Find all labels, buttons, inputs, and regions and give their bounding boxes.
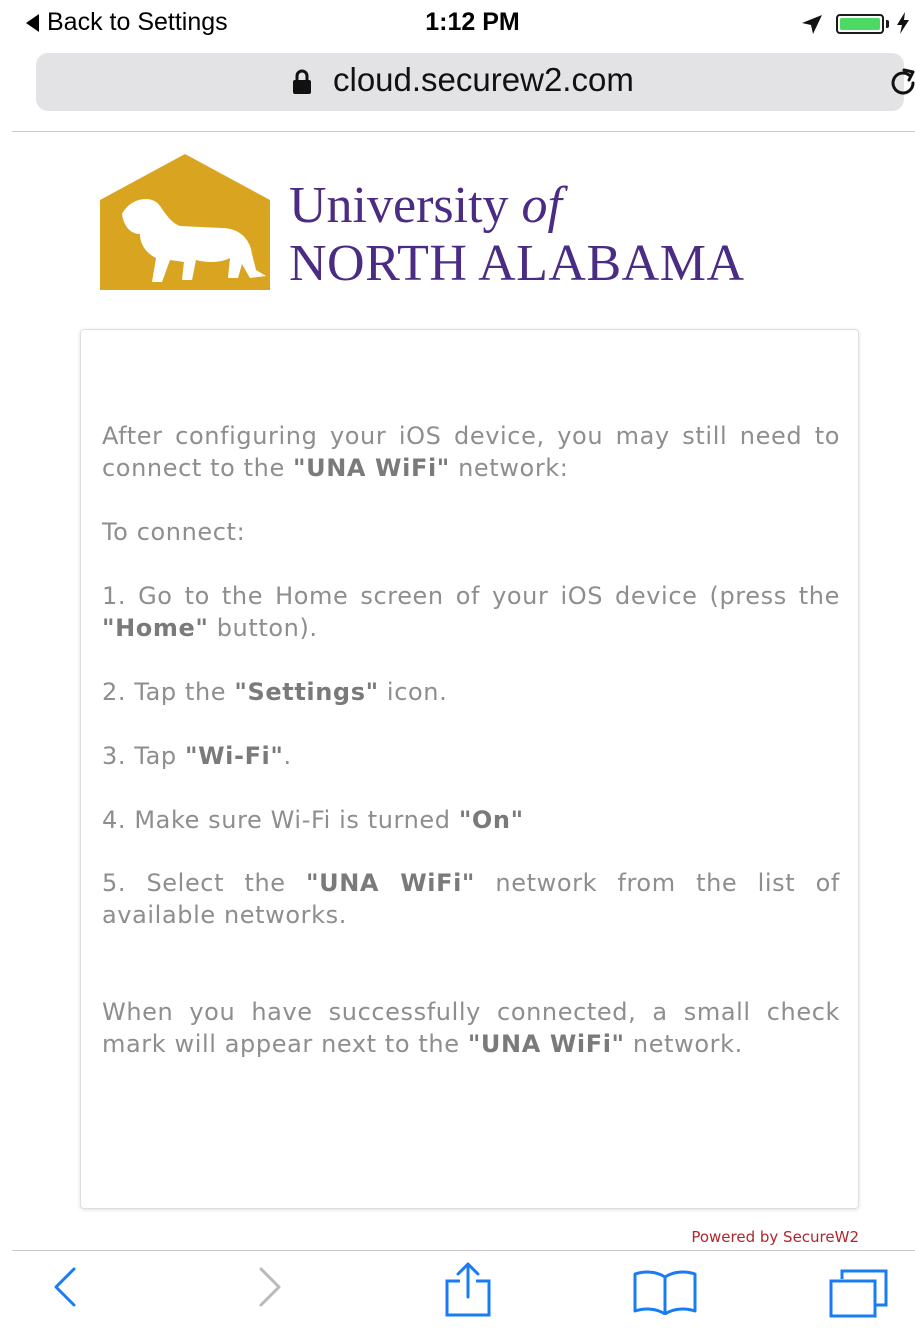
university-logo: University of NORTH ALABAMA — [96, 148, 843, 298]
charging-bolt-icon — [897, 12, 909, 34]
share-icon[interactable] — [443, 1261, 493, 1317]
step-3-bold: "Wi-Fi" — [185, 742, 284, 770]
top-divider — [12, 131, 915, 132]
logo-university-of: University of — [289, 180, 562, 232]
step-4: 4. Make sure Wi-Fi is turned "On" — [102, 804, 840, 836]
reload-icon[interactable] — [886, 66, 915, 100]
intro-text-end: network: — [449, 454, 569, 482]
step-1-bold: "Home" — [102, 614, 209, 642]
status-bar: Back to Settings 1:12 PM — [0, 0, 915, 48]
intro-network-name: "UNA WiFi" — [293, 454, 450, 482]
logo-university-word: University — [289, 177, 522, 234]
status-time: 1:12 PM — [425, 8, 520, 36]
outro-text-end: network. — [624, 1030, 743, 1058]
logo-north-alabama: NORTH ALABAMA — [289, 235, 745, 292]
step-2-text: 2. Tap the — [102, 678, 235, 706]
instructions-card: After configuring your iOS device, you m… — [80, 329, 859, 1209]
logo-of-word: of — [521, 177, 562, 234]
outro-network-name: "UNA WiFi" — [467, 1030, 625, 1058]
step-1-text: 1. Go to the Home screen of your iOS dev… — [102, 582, 840, 610]
step-1: 1. Go to the Home screen of your iOS dev… — [102, 580, 840, 644]
intro-paragraph: After configuring your iOS device, you m… — [102, 420, 840, 484]
tabs-icon[interactable] — [828, 1267, 890, 1319]
step-1-text-end: button). — [208, 614, 318, 642]
lion-shield-icon — [100, 154, 270, 290]
step-4-text: 4. Make sure Wi-Fi is turned — [102, 806, 459, 834]
battery-level — [840, 18, 880, 30]
step-2-text-end: icon. — [378, 678, 448, 706]
step-2: 2. Tap the "Settings" icon. — [102, 676, 840, 708]
step-4-bold: "On" — [458, 806, 524, 834]
back-icon[interactable] — [50, 1265, 80, 1309]
step-5: 5. Select the "UNA WiFi" network from th… — [102, 867, 840, 931]
to-connect-label: To connect: — [102, 518, 246, 546]
location-arrow-icon — [802, 15, 822, 34]
address-bar[interactable]: cloud.securew2.com — [36, 53, 915, 111]
battery-tip — [886, 20, 889, 28]
step-2-bold: "Settings" — [234, 678, 379, 706]
battery-icon — [836, 14, 884, 34]
lock-icon — [293, 69, 311, 94]
url-text: cloud.securew2.com — [333, 61, 634, 98]
step-5-text: 5. Select the — [102, 869, 307, 897]
step-5-bold: "UNA WiFi" — [306, 869, 476, 897]
browser-toolbar — [0, 1251, 915, 1329]
step-3-text-end: . — [283, 742, 292, 770]
outro-paragraph: When you have successfully connected, a … — [102, 996, 840, 1060]
bookmarks-icon[interactable] — [632, 1269, 698, 1315]
step-3: 3. Tap "Wi-Fi". — [102, 740, 840, 772]
powered-by-link[interactable]: Powered by SecureW2 — [691, 1228, 859, 1246]
step-3-text: 3. Tap — [102, 742, 185, 770]
forward-icon[interactable] — [255, 1265, 285, 1309]
